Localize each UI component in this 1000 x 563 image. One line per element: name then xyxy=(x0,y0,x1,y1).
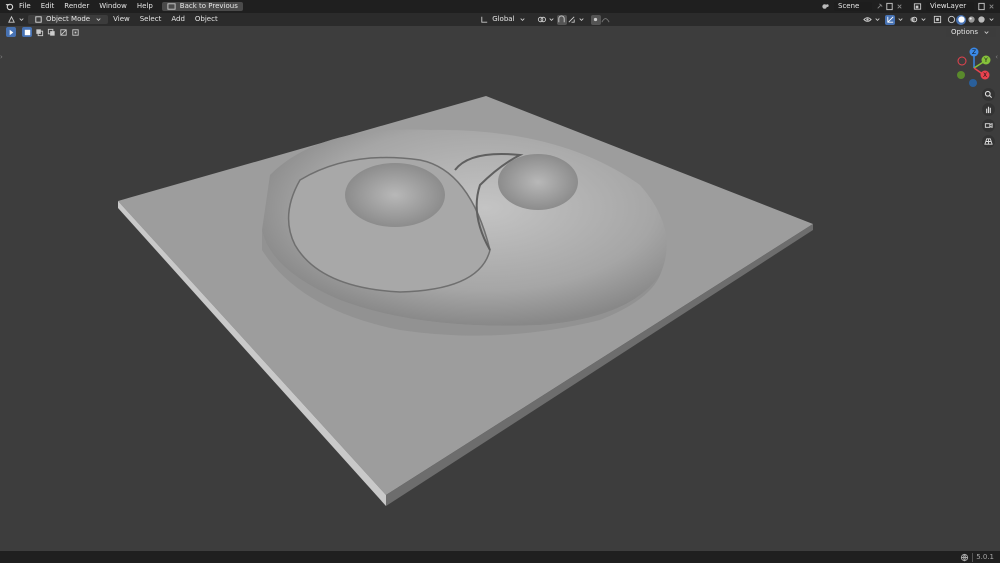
camera-icon xyxy=(984,123,993,128)
scene-icon[interactable] xyxy=(820,2,830,12)
material-shading-icon[interactable] xyxy=(966,15,976,25)
gizmo-neg-z xyxy=(969,79,977,87)
select-invert-icon[interactable] xyxy=(58,27,68,37)
select-intersect-icon[interactable] xyxy=(70,27,80,37)
proportional-edit-icon[interactable] xyxy=(590,14,601,25)
options-label: Options xyxy=(950,28,978,36)
chevron-down-icon xyxy=(895,15,905,25)
object-mode-icon xyxy=(33,15,43,25)
perspective-toggle-button[interactable] xyxy=(982,135,995,148)
options-dropdown[interactable]: Options xyxy=(945,28,996,38)
gizmo-x-label: X xyxy=(983,72,987,79)
globe-icon xyxy=(959,552,969,562)
status-bar: 5.0.1 xyxy=(0,551,1000,563)
menu-edit[interactable]: Edit xyxy=(36,0,60,13)
gizmo-toggle-icon[interactable] xyxy=(885,14,895,25)
chevron-down-icon xyxy=(93,15,103,25)
chevron-down-icon xyxy=(518,15,528,25)
menu-file[interactable]: File xyxy=(14,0,36,13)
menu-window[interactable]: Window xyxy=(94,0,132,13)
solid-shading-icon[interactable] xyxy=(956,14,966,25)
select-new-icon[interactable] xyxy=(22,27,32,37)
editor-type-icon[interactable] xyxy=(6,15,16,25)
select-subtract-icon[interactable] xyxy=(46,27,56,37)
gizmo-neg-x xyxy=(957,56,967,66)
menu-object[interactable]: Object xyxy=(190,13,223,26)
viewport-header: Object Mode View Select Add Object Globa… xyxy=(0,13,1000,26)
screen-icon xyxy=(167,2,177,12)
transform-orientation-label: Global xyxy=(492,15,515,23)
chevron-down-icon xyxy=(547,15,557,25)
3d-viewport[interactable]: › ‹ Options Z Y X xyxy=(0,26,1000,551)
menu-add[interactable]: Add xyxy=(166,13,190,26)
scene-selector[interactable]: Scene xyxy=(834,2,872,11)
chevron-down-icon xyxy=(16,15,26,25)
navigation-gizmo[interactable]: Z Y X xyxy=(952,46,996,90)
viewlayer-selector[interactable]: ViewLayer xyxy=(926,2,974,11)
menu-select[interactable]: Select xyxy=(135,13,167,26)
zoom-button[interactable] xyxy=(982,88,995,101)
gizmo-neg-y xyxy=(957,71,965,79)
pan-button[interactable] xyxy=(982,103,995,116)
menu-render[interactable]: Render xyxy=(59,0,94,13)
snap-target-icon[interactable] xyxy=(567,15,577,25)
gizmo-y-label: Y xyxy=(983,57,988,64)
new-viewlayer-icon[interactable] xyxy=(976,2,986,12)
falloff-icon[interactable] xyxy=(601,15,611,25)
terrain-mesh xyxy=(118,96,813,506)
status-divider xyxy=(972,552,974,562)
new-scene-icon[interactable] xyxy=(884,2,894,12)
menu-view[interactable]: View xyxy=(108,13,135,26)
chevron-down-icon xyxy=(577,15,587,25)
select-extend-icon[interactable] xyxy=(34,27,44,37)
wireframe-shading-icon[interactable] xyxy=(946,15,956,25)
select-tool-icon[interactable] xyxy=(6,27,16,37)
pivot-point-icon[interactable] xyxy=(537,15,547,25)
chevron-down-icon xyxy=(981,28,991,38)
delete-viewlayer-icon[interactable] xyxy=(986,2,996,12)
transform-orientation-dropdown[interactable]: Global xyxy=(474,15,532,24)
camera-view-button[interactable] xyxy=(982,119,995,132)
tool-settings-strip xyxy=(6,27,80,37)
mode-selector[interactable]: Object Mode xyxy=(28,15,109,25)
overlays-icon[interactable] xyxy=(908,15,918,25)
zoom-icon xyxy=(984,90,993,99)
top-menu-bar: File Edit Render Window Help Back to Pre… xyxy=(0,0,1000,13)
rendered-shading-icon[interactable] xyxy=(976,15,986,25)
perspective-grid-icon xyxy=(984,138,993,145)
chevron-down-icon xyxy=(918,15,928,25)
toolbar-expand-arrow-icon[interactable]: › xyxy=(0,53,3,61)
delete-scene-icon[interactable] xyxy=(894,2,904,12)
blender-logo-icon[interactable] xyxy=(4,2,14,12)
back-to-previous-button[interactable]: Back to Previous xyxy=(161,2,243,12)
visibility-icon[interactable] xyxy=(862,15,872,25)
orientation-axes-icon xyxy=(479,15,489,25)
back-to-previous-label: Back to Previous xyxy=(179,2,238,10)
chevron-down-icon xyxy=(872,15,882,25)
version-label: 5.0.1 xyxy=(976,553,994,561)
gizmo-z-label: Z xyxy=(972,49,976,56)
xray-icon[interactable] xyxy=(932,15,942,25)
pan-hand-icon xyxy=(986,106,991,114)
chevron-down-icon xyxy=(986,15,996,25)
viewlayer-icon[interactable] xyxy=(912,2,922,12)
mode-label: Object Mode xyxy=(46,15,91,23)
snap-icon[interactable] xyxy=(556,14,567,25)
menu-help[interactable]: Help xyxy=(132,0,158,13)
pin-icon[interactable] xyxy=(874,2,884,12)
